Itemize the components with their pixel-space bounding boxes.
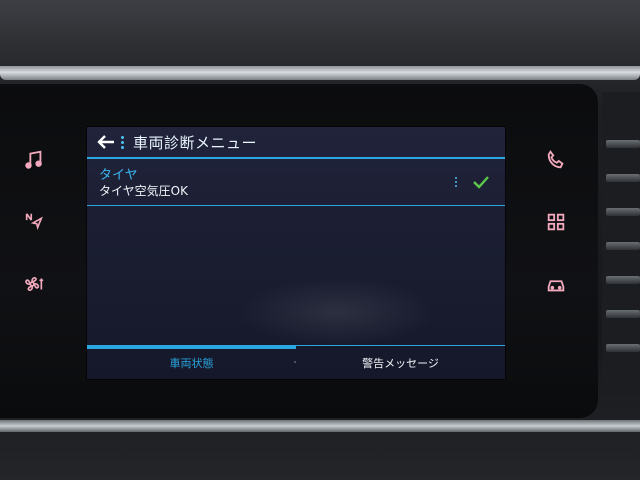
screen-reflection: [237, 277, 437, 347]
infotainment-screen: 車両診断メニュー タイヤ タイヤ空気圧OK 車両状態 警告メッセージ: [86, 126, 506, 380]
list-item-status: タイヤ空気圧OK: [99, 184, 188, 198]
apps-grid-icon[interactable]: [542, 208, 570, 236]
chrome-trim-top: [0, 66, 640, 80]
header-menu-icon[interactable]: [119, 134, 125, 150]
tab-warning-messages[interactable]: 警告メッセージ: [296, 355, 505, 373]
screen-header: 車両診断メニュー: [87, 127, 505, 159]
chrome-trim-bottom: [0, 420, 640, 432]
dashboard-scene: 車両診断メニュー タイヤ タイヤ空気圧OK 車両状態 警告メッセージ: [0, 0, 640, 480]
check-icon: [473, 176, 489, 189]
phone-icon[interactable]: [542, 146, 570, 174]
tab-bar: 車両状態 警告メッセージ: [87, 345, 505, 379]
page-title: 車両診断メニュー: [133, 133, 258, 152]
air-vent: [602, 92, 640, 388]
navigation-icon[interactable]: [20, 208, 48, 236]
list-item[interactable]: タイヤ タイヤ空気圧OK: [87, 161, 505, 206]
list-item-title: タイヤ: [99, 168, 138, 183]
list-item-menu-icon[interactable]: [453, 174, 459, 190]
active-tab-indicator: [87, 345, 296, 349]
tab-vehicle-status[interactable]: 車両状態: [87, 355, 296, 373]
car-icon[interactable]: [542, 270, 570, 298]
climate-fan-icon[interactable]: [20, 270, 48, 298]
music-icon[interactable]: [20, 146, 48, 174]
back-arrow-icon[interactable]: [95, 131, 117, 153]
